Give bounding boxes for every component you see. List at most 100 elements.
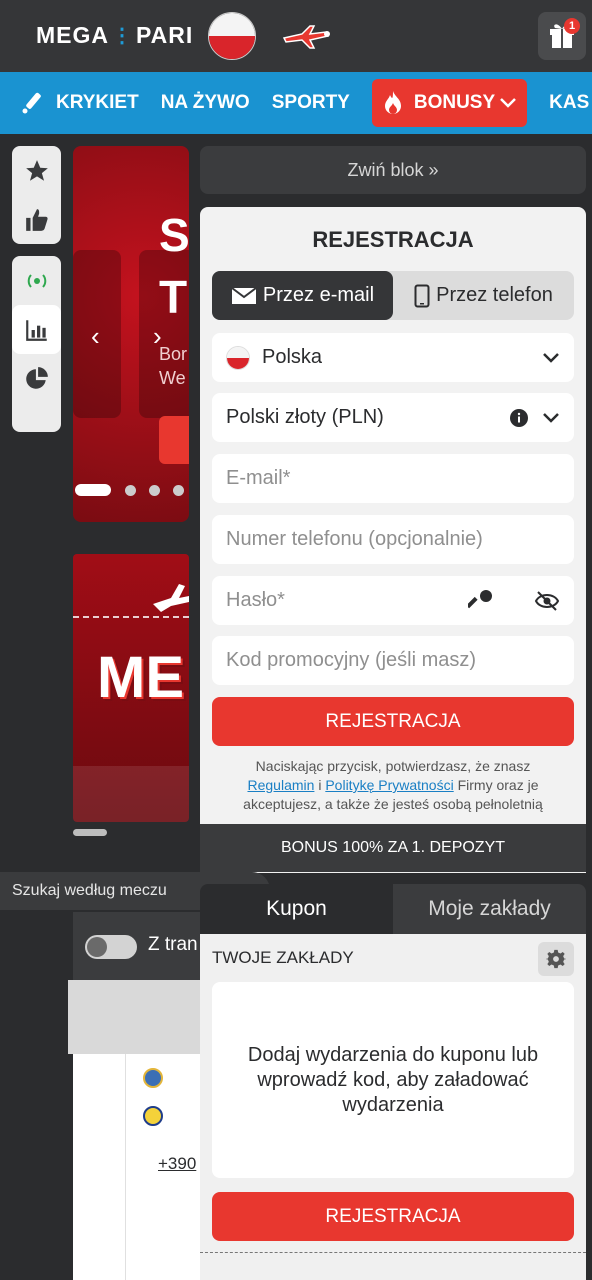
promo-banner-carousel[interactable]: ‹ › S T Bor We	[73, 146, 189, 522]
nav-label: KAS	[549, 92, 590, 113]
results-button[interactable]	[12, 354, 61, 403]
phone-placeholder: Numer telefonu (opcjonalnie)	[226, 528, 483, 550]
nav-item-bonuses[interactable]: BONUSY	[371, 79, 528, 127]
email-field[interactable]: E-mail*	[212, 454, 574, 503]
collapse-block-button[interactable]: Zwiń blok »	[200, 146, 586, 194]
bar-chart-icon	[25, 319, 47, 341]
more-odds-link[interactable]: +390	[158, 1154, 196, 1174]
live-stream-toggle[interactable]	[85, 935, 137, 959]
tab-coupon[interactable]: Kupon	[200, 884, 393, 934]
terms-link[interactable]: Regulamin	[247, 777, 314, 793]
legal-notice: Naciskając przycisk, potwierdzasz, że zn…	[222, 757, 564, 814]
nav-label: SPORTY	[271, 92, 350, 113]
rail-group-bottom	[12, 256, 61, 432]
chevron-down-icon	[500, 98, 517, 108]
logo-text-left: MEGA	[36, 22, 109, 48]
favorites-button[interactable]	[12, 146, 61, 195]
live-button[interactable]	[12, 256, 61, 305]
banner-headline-2: T	[159, 271, 188, 323]
top-header: MEGA ⋮ PARI 1	[0, 0, 592, 72]
aviator-plane-icon[interactable]	[280, 20, 332, 52]
currency-value: Polski złoty (PLN)	[226, 406, 384, 428]
country-value: Polska	[262, 346, 323, 368]
legal-and: i	[318, 777, 322, 793]
recommended-button[interactable]	[12, 195, 61, 244]
carousel-dot[interactable]	[173, 485, 184, 496]
eye-off-icon[interactable]	[534, 590, 560, 612]
tab-label: Przez telefon	[436, 284, 553, 306]
toggle-label: Z tran	[148, 934, 198, 955]
nav-item-live[interactable]: NA ŻYWO	[161, 92, 250, 114]
register-button[interactable]: REJESTRACJA	[212, 697, 574, 746]
registration-panel: REJESTRACJA Przez e-mail Przez telefon P…	[200, 207, 586, 873]
carousel-dot[interactable]	[125, 485, 136, 496]
chevron-left-icon[interactable]: ‹	[91, 321, 100, 352]
promo-placeholder: Kod promocyjny (jeśli masz)	[226, 649, 477, 671]
phone-field[interactable]: Numer telefonu (opcjonalnie)	[212, 515, 574, 564]
nav-label: BONUSY	[413, 92, 496, 113]
pie-chart-icon	[25, 366, 48, 389]
plane-icon	[153, 584, 189, 612]
statistics-button[interactable]	[12, 305, 61, 354]
coupon-register-button[interactable]: REJESTRACJA	[212, 1192, 574, 1241]
banner-subtext: Bor	[159, 344, 188, 364]
coupon-tabs: Kupon Moje zakłady	[200, 884, 586, 934]
tab-my-bets[interactable]: Moje zakłady	[393, 884, 586, 934]
tab-phone[interactable]: Przez telefon	[393, 271, 574, 320]
nav-label: KRYKIET	[56, 92, 139, 113]
thumbs-up-icon	[25, 208, 48, 231]
carousel-dot[interactable]	[149, 485, 160, 496]
star-icon	[25, 159, 48, 181]
gift-count-badge: 1	[564, 18, 580, 34]
logo-separator: ⋮	[112, 25, 133, 47]
cricket-bat-icon	[22, 92, 41, 114]
gift-button[interactable]: 1	[538, 12, 586, 60]
email-placeholder: E-mail*	[226, 467, 291, 489]
currency-select[interactable]: Polski złoty (PLN)	[212, 393, 574, 442]
registration-method-tabs: Przez e-mail Przez telefon	[212, 271, 574, 320]
key-icon[interactable]	[468, 588, 494, 614]
fire-icon	[384, 91, 401, 114]
banner-cta-button[interactable]	[159, 416, 189, 464]
promo-code-field[interactable]: Kod promocyjny (jeśli masz)	[212, 636, 574, 685]
nav-item-krykiet[interactable]: KRYKIET	[20, 90, 139, 116]
banner-game-title: ME	[97, 645, 184, 710]
team-logo-icon	[143, 1106, 163, 1126]
password-field[interactable]: Hasło*	[212, 576, 574, 625]
nav-label: NA ŻYWO	[160, 92, 250, 113]
banner-scroll-indicator	[73, 829, 107, 836]
country-select[interactable]: Polska	[212, 333, 574, 382]
nav-item-casino[interactable]: KAS	[549, 92, 589, 114]
coupon-title: TWOJE ZAKŁADY	[212, 948, 354, 967]
tab-email[interactable]: Przez e-mail	[212, 271, 393, 320]
banner-footer	[73, 766, 189, 822]
privacy-link[interactable]: Politykę Prywatności	[325, 777, 453, 793]
toggle-knob	[87, 937, 107, 957]
chevron-down-icon	[543, 412, 559, 423]
dashed-trajectory	[73, 616, 189, 618]
coupon-empty-state: Dodaj wydarzenia do kuponu lub wprowadź …	[212, 982, 574, 1178]
nav-item-sports[interactable]: SPORTY	[272, 92, 350, 114]
coupon-settings-button[interactable]	[538, 942, 574, 976]
carousel-dot-active[interactable]	[75, 484, 111, 496]
banner-headline: S	[159, 209, 189, 261]
divider	[125, 1054, 126, 1280]
first-deposit-bonus-bar[interactable]: BONUS 100% ZA 1. DEPOZYT	[200, 824, 586, 872]
gift-icon	[550, 24, 574, 48]
chevron-down-icon	[543, 352, 559, 363]
legal-text-1: Naciskając przycisk, potwierdzasz, że zn…	[255, 758, 531, 774]
banner-subtext-2: We	[159, 368, 186, 388]
promo-banner-game[interactable]: ME	[73, 554, 189, 822]
rail-group-top	[12, 146, 61, 244]
brand-logo[interactable]: MEGA ⋮ PARI	[36, 22, 193, 49]
registration-title: REJESTRACJA	[312, 227, 474, 252]
coupon-panel: TWOJE ZAKŁADY Dodaj wydarzenia do kuponu…	[200, 934, 586, 1280]
poland-flag-icon	[226, 345, 250, 370]
envelope-icon	[231, 286, 257, 304]
poland-flag-icon[interactable]	[208, 12, 256, 60]
live-broadcast-icon	[27, 273, 46, 288]
password-placeholder: Hasło*	[226, 589, 285, 611]
team-logo-icon	[143, 1068, 163, 1088]
info-icon[interactable]	[510, 408, 528, 427]
smartphone-icon	[414, 284, 430, 307]
